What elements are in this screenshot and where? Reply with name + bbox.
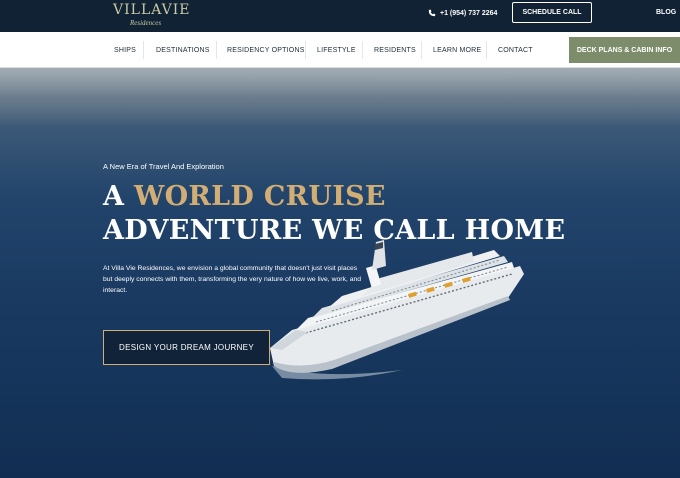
design-journey-button[interactable]: DESIGN YOUR DREAM JOURNEY <box>103 330 270 365</box>
hero-section: A New Era of Travel And Exploration A WO… <box>0 68 680 478</box>
nav-item-learn-more[interactable]: LEARN MORE <box>433 32 481 68</box>
nav-item-contact[interactable]: CONTACT <box>498 32 533 68</box>
headline-highlight: WORLD CRUISE <box>133 181 386 212</box>
hero-headline: A WORLD CRUISE ADVENTURE WE CALL HOME <box>103 180 565 248</box>
hero-description: At Villa Vie Residences, we envision a g… <box>103 265 362 294</box>
nav-divider <box>143 41 144 59</box>
nav-divider <box>362 41 363 59</box>
nav-item-ships[interactable]: SHIPS <box>114 32 136 68</box>
nav-item-destinations[interactable]: DESTINATIONS <box>156 32 210 68</box>
phone-number: +1 (954) 737 2264 <box>440 9 498 17</box>
phone-icon <box>428 9 436 17</box>
nav-item-residents[interactable]: RESIDENTS <box>374 32 416 68</box>
logo-subtitle: Residences <box>130 19 162 27</box>
blog-link[interactable]: BLOG <box>656 9 676 16</box>
nav-divider <box>486 41 487 59</box>
nav-divider <box>216 41 217 59</box>
nav-divider <box>305 41 306 59</box>
hero-eyebrow: A New Era of Travel And Exploration <box>103 162 224 171</box>
deck-plans-button[interactable]: DECK PLANS & CABIN INFO <box>569 37 680 63</box>
headline-prefix: A <box>103 181 134 212</box>
schedule-call-button[interactable]: SCHEDULE CALL <box>512 2 592 23</box>
nav-divider <box>421 41 422 59</box>
logo-wordmark: VILLAVIE <box>113 2 191 18</box>
phone-link[interactable]: +1 (954) 737 2264 <box>428 9 497 17</box>
headline-line2: ADVENTURE WE CALL HOME <box>103 215 566 246</box>
nav-item-lifestyle[interactable]: LIFESTYLE <box>317 32 356 68</box>
nav-item-residency-options[interactable]: RESIDENCY OPTIONS <box>227 32 305 68</box>
top-bar: VILLAVIE Residences +1 (954) 737 2264 SC… <box>0 0 680 32</box>
sky-haze <box>0 68 680 128</box>
cruise-ship-image <box>270 240 524 380</box>
villa-vie-logo[interactable]: VILLAVIE Residences <box>113 2 190 28</box>
